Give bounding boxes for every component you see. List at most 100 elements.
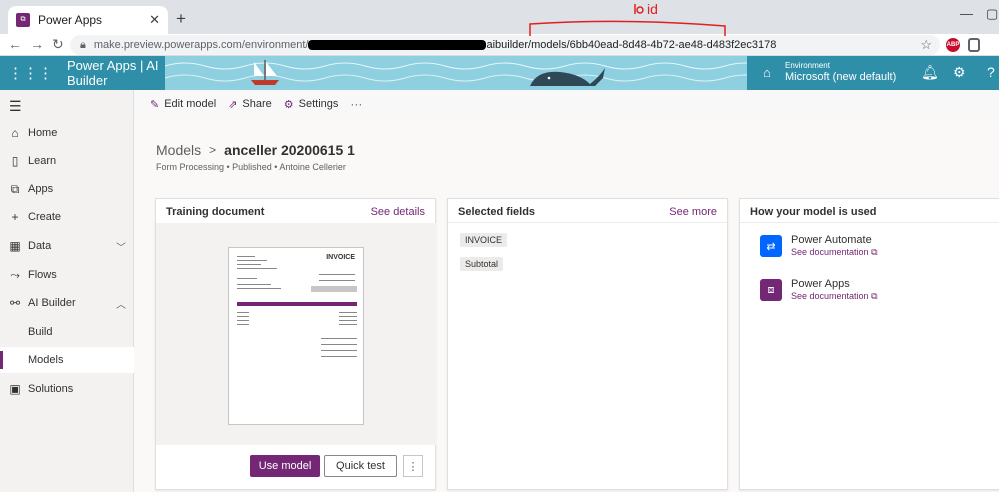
breadcrumb: Models > anceller 20200615 1 [156,142,355,158]
environment-label: Environment [785,61,830,70]
header-banner-illustration [165,60,747,86]
browser-tab[interactable]: ⧉ Power Apps ✕ [8,6,168,34]
sidebar-item-label: Flows [28,269,57,281]
sidebar-item-apps[interactable]: ⧉ Apps [0,176,134,202]
settings-button[interactable]: ⚙ Settings [284,98,339,111]
app-brand: ⋮⋮⋮ Power Apps | AI Builder [0,56,165,90]
sidebar-item-create[interactable]: + Create [0,204,134,230]
bookmark-star-icon[interactable]: ☆ [920,37,932,53]
extension-icon[interactable] [968,38,980,52]
sidebar-item-data[interactable]: ▦ Data ﹀ [0,233,134,259]
page-title: anceller 20200615 1 [224,142,355,158]
sidebar-item-label: Home [28,127,58,139]
invoice-thumbnail[interactable]: INVOICE [228,247,364,425]
share-button[interactable]: ⇗ Share [228,98,272,111]
sidebar-item-label: Create [28,211,62,223]
hamburger-menu-icon[interactable]: ☰ [9,98,22,115]
sidebar-item-label: Apps [28,183,54,195]
share-icon: ⇗ [228,98,238,111]
see-documentation-link[interactable]: See documentation ⧉ [791,291,878,302]
forward-icon[interactable]: → [30,36,44,52]
sidebar-item-label: Models [28,354,64,366]
app-title: Power Apps | AI Builder [67,58,159,88]
sidebar-item-label: AI Builder [28,297,76,309]
main-content: Models > anceller 20200615 1 Form Proces… [134,118,999,492]
power-apps-icon: ⧈ [760,279,782,301]
minimize-icon[interactable]: — [960,6,973,21]
use-model-button[interactable]: Use model [250,455,320,477]
edit-model-button[interactable]: ✎ Edit model [150,98,216,111]
settings-icon: ⚙ [283,98,294,111]
usage-item-power-automate: ⇄ Power Automate See documentation ⧉ [760,231,878,261]
sidebar-item-flows[interactable]: ⤳ Flows [0,262,134,288]
apps-icon: ⧉ [10,181,20,196]
lock-icon: 🔒︎ [80,38,86,51]
model-subinfo: Form Processing • Published • Antoine Ce… [156,162,346,172]
new-tab-button[interactable]: + [176,9,186,29]
tab-title: Power Apps [38,13,103,27]
field-chip-subtotal[interactable]: Subtotal [460,257,504,271]
more-options-button[interactable]: ⋮ [403,455,423,477]
invoice-thumbnail-title: INVOICE [326,254,355,261]
home-icon: ⌂ [11,126,19,140]
card-title: How your model is used [750,206,877,218]
left-navigation: ☰ ⌂ Home ▯ Learn ⧉ Apps + Create ▦ Data … [0,90,134,492]
power-automate-icon: ⇄ [760,235,782,257]
url-prefix: make.preview.powerapps.com/environment/ [93,39,309,51]
document-preview-area: INVOICE [156,223,436,445]
edit-model-label: Edit model [164,98,217,110]
sidebar-item-label: Build [28,326,53,338]
tab-close-icon[interactable]: ✕ [149,12,160,28]
quick-test-button[interactable]: Quick test [324,455,397,477]
sidebar-item-label: Data [28,240,52,252]
book-icon: ▯ [11,154,19,168]
sidebar-item-models[interactable]: Models [0,347,134,373]
reload-icon[interactable]: ↻ [52,36,64,53]
selected-fields-card: Selected fields See more INVOICE Subtota… [447,198,728,490]
back-icon[interactable]: ← [8,36,22,52]
more-commands-button[interactable]: ··· [350,97,362,111]
chevron-up-icon: ︿ [116,299,126,311]
power-apps-favicon-icon: ⧉ [16,13,30,27]
annotation-text: id [647,1,658,17]
address-bar: ← → ↻ 🔒︎ make.preview.powerapps.com/envi… [0,34,999,56]
card-divider [448,222,727,223]
table-icon: ▦ [9,239,21,253]
sidebar-item-learn[interactable]: ▯ Learn [0,148,134,174]
redacted-region [308,40,487,50]
card-title: Selected fields [458,206,536,218]
see-more-link[interactable]: See more [669,206,717,218]
maximize-icon[interactable]: ▢ [986,6,998,22]
solutions-icon: ▣ [9,382,21,396]
settings-gear-icon[interactable]: ⚙ [953,64,966,81]
adblock-extension-icon[interactable]: ABP [946,38,960,52]
pencil-icon: ✎ [150,98,160,111]
url-suffix: aibuilder/models/6bb40ead-8d48-4b72-ae48… [486,39,777,51]
command-bar: ✎ Edit model ⇗ Share ⚙ Settings ··· [134,90,999,118]
breadcrumb-models-link[interactable]: Models [156,142,201,158]
sidebar-item-solutions[interactable]: ▣ Solutions [0,376,134,402]
sidebar-item-label: Solutions [28,383,74,395]
see-details-link[interactable]: See details [371,206,425,218]
plus-icon: + [11,210,19,224]
usage-item-name: Power Automate [791,234,872,246]
sidebar-item-ai-builder[interactable]: ⚯ AI Builder ︿ [0,290,134,316]
card-title: Training document [166,206,265,218]
card-divider [740,222,999,223]
sidebar-item-home[interactable]: ⌂ Home [0,120,134,146]
chevron-right-icon: > [209,143,217,157]
external-link-icon: ⧉ [871,247,878,257]
notifications-bell-icon[interactable]: 🔔︎ [921,64,939,81]
share-label: Share [242,98,272,110]
see-documentation-link[interactable]: See documentation ⧉ [791,247,878,258]
help-icon[interactable]: ? [987,64,995,80]
usage-item-name: Power Apps [791,278,850,290]
url-field[interactable]: 🔒︎ make.preview.powerapps.com/environmen… [70,35,940,55]
flow-icon: ⤳ [10,267,20,282]
settings-label: Settings [298,98,339,110]
app-launcher-icon[interactable]: ⋮⋮⋮ [8,64,53,82]
app-header: ⋮⋮⋮ Power Apps | AI Builder ⌂ Environmen… [0,56,999,90]
sidebar-item-label: Learn [28,155,57,167]
field-chip-invoice[interactable]: INVOICE [460,233,508,247]
sidebar-item-build[interactable]: Build [0,319,134,345]
